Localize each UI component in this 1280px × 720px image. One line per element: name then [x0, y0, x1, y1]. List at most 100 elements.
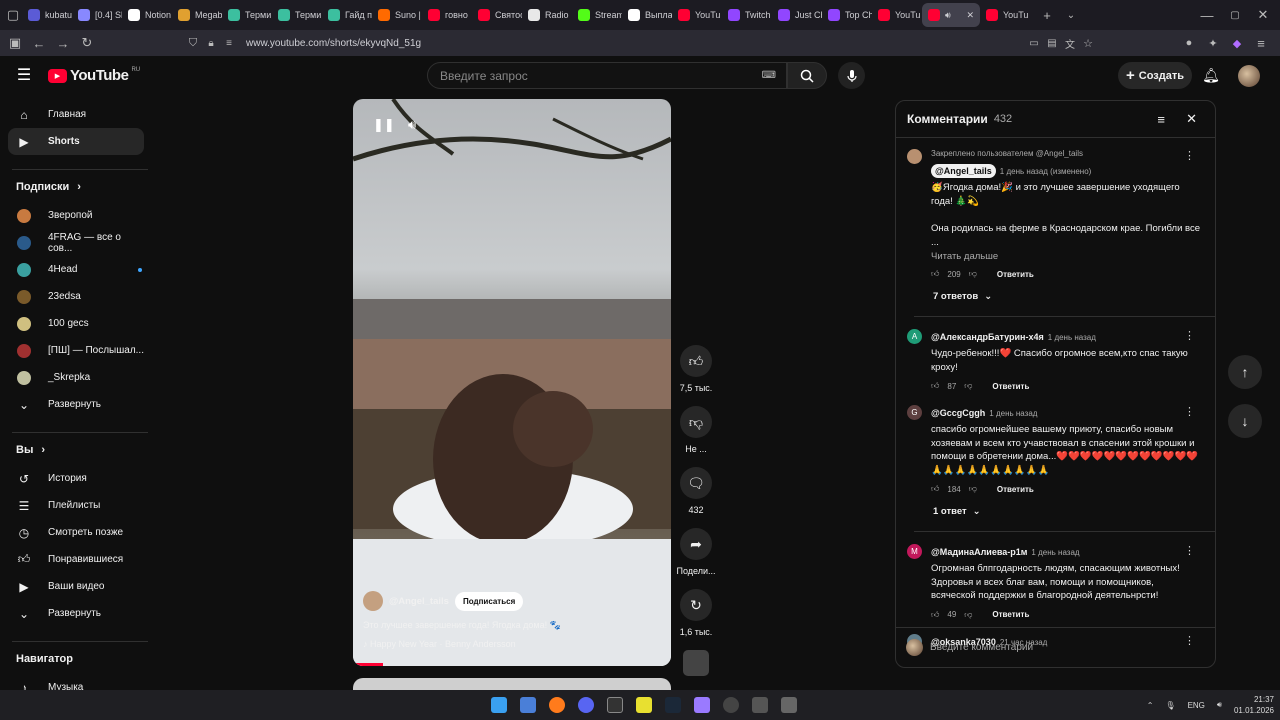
comment-dislike-icon[interactable]: 👎︎: [964, 381, 972, 391]
comment-like-icon[interactable]: 👍︎: [931, 269, 939, 279]
expand-you-button[interactable]: ⌄ Развернуть: [8, 600, 144, 627]
sidebar-item[interactable]: 4FRAG — все о сов...: [8, 229, 144, 256]
comment-input[interactable]: Введите комментарий: [896, 627, 1215, 667]
comment-dislike-icon[interactable]: 👎︎: [969, 269, 977, 279]
comment-more-icon[interactable]: ⋮: [1184, 544, 1195, 557]
browser-tab[interactable]: YouTu: [980, 0, 1030, 30]
subscriptions-heading[interactable]: Подписки ›: [0, 172, 160, 202]
sidebar-item[interactable]: ◷ Смотреть позже: [8, 519, 144, 546]
keyboard-icon[interactable]: ⌨: [762, 70, 776, 81]
settings-icon[interactable]: [751, 697, 768, 713]
browser-tab[interactable]: YouTu: [872, 0, 922, 30]
share-button[interactable]: ➦: [680, 528, 712, 560]
sidebar-item[interactable]: ☰ Плейлисты: [8, 492, 144, 519]
comment-more-icon[interactable]: ⋮: [1184, 405, 1195, 418]
comment-avatar[interactable]: М: [907, 544, 922, 559]
browser-tab[interactable]: Терми: [272, 0, 322, 30]
volume-icon[interactable]: 🔊︎: [408, 117, 416, 133]
you-heading[interactable]: Вы ›: [0, 435, 160, 465]
close-comments-icon[interactable]: ✕: [1186, 111, 1197, 127]
windows-start-icon[interactable]: [490, 697, 507, 713]
shield-icon[interactable]: ⛉: [184, 34, 202, 52]
back-icon[interactable]: ←: [30, 34, 48, 52]
browser-tab[interactable]: Radio: [522, 0, 572, 30]
channel-avatar[interactable]: [363, 591, 383, 611]
comment-author[interactable]: @GccgCggh: [931, 408, 985, 418]
volume-tray-icon[interactable]: 🔊︎: [1217, 700, 1222, 710]
close-tab-icon[interactable]: ✕: [966, 10, 974, 21]
comment-dislike-icon[interactable]: 👎︎: [964, 610, 972, 620]
notifications-bell-icon[interactable]: 🔔︎: [1202, 66, 1220, 84]
browser-tab[interactable]: говно: [422, 0, 472, 30]
browser-tab[interactable]: Twitch: [722, 0, 772, 30]
app-icon[interactable]: [693, 697, 710, 713]
sidebar-item[interactable]: ⌂ Главная: [8, 101, 144, 128]
comment-author[interactable]: @МадинаАлиева-р1м: [931, 547, 1027, 557]
sidebar-toggle-icon[interactable]: ▣: [6, 34, 24, 52]
close-window-icon[interactable]: ✕: [1254, 6, 1272, 24]
sidebar-item[interactable]: ↺ История: [8, 465, 144, 492]
comment-avatar[interactable]: А: [907, 329, 922, 344]
obs-icon[interactable]: [722, 697, 739, 713]
browser-tab[interactable]: Suno |: [372, 0, 422, 30]
comment-dislike-icon[interactable]: 👎︎: [969, 484, 977, 494]
tab-audio-icon[interactable]: 🔊︎: [945, 10, 951, 21]
new-tab-icon[interactable]: +: [1038, 6, 1056, 24]
comment-avatar[interactable]: G: [907, 405, 922, 420]
vpn-icon[interactable]: ●: [1180, 34, 1198, 52]
pip-icon[interactable]: ▭: [1025, 34, 1043, 52]
comment-author[interactable]: @Angel_tails: [931, 164, 996, 178]
reload-icon[interactable]: ↻: [78, 34, 96, 52]
browser-tab[interactable]: kubatu: [22, 0, 72, 30]
create-button[interactable]: + Создать: [1118, 62, 1192, 89]
comment-like-icon[interactable]: 👍︎: [931, 484, 939, 494]
read-more-link[interactable]: Читать дальше: [931, 251, 1201, 262]
comment-more-icon[interactable]: ⋮: [1184, 329, 1195, 342]
remix-button[interactable]: ↻: [680, 589, 712, 621]
comment-author[interactable]: @АлександрБатурин-х4я: [931, 332, 1044, 342]
browser-tab[interactable]: Megab: [172, 0, 222, 30]
browser-tab[interactable]: Top Ch: [822, 0, 872, 30]
translate-icon[interactable]: 文: [1061, 34, 1079, 52]
comments-button[interactable]: 🗨︎: [680, 467, 712, 499]
comment-more-icon[interactable]: ⋮: [1184, 149, 1195, 162]
browser-tab[interactable]: Терми: [222, 0, 272, 30]
channel-name[interactable]: @Angel_tails: [389, 596, 449, 607]
sound-thumbnail[interactable]: [683, 650, 709, 676]
save-icon[interactable]: ▤: [1043, 34, 1061, 52]
sidebar-item[interactable]: 23edsa: [8, 283, 144, 310]
discord-icon[interactable]: [577, 697, 594, 713]
tab-list-icon[interactable]: ⌄: [1062, 6, 1080, 24]
reply-button[interactable]: Ответить: [997, 485, 1034, 494]
browser-tab[interactable]: Выпла: [622, 0, 672, 30]
shorts-video-player[interactable]: ❚❚ 🔊︎: [353, 99, 671, 666]
minimize-icon[interactable]: —: [1198, 6, 1216, 24]
permissions-icon[interactable]: ≡: [220, 34, 238, 52]
view-replies-button[interactable]: 7 ответов ⌄: [933, 291, 1215, 302]
bookmark-star-icon[interactable]: ☆: [1079, 34, 1097, 52]
voice-search-button[interactable]: [838, 62, 865, 89]
dislike-button[interactable]: 👎︎: [680, 406, 712, 438]
subscribe-button[interactable]: Подписаться: [454, 591, 524, 611]
forward-icon[interactable]: →: [54, 34, 72, 52]
search-button[interactable]: [787, 62, 827, 89]
extension-logo-icon[interactable]: ◆: [1228, 34, 1246, 52]
reply-button[interactable]: Ответить: [992, 610, 1029, 619]
tray-chevron-icon[interactable]: ⌃: [1147, 701, 1154, 710]
game-app-icon[interactable]: [780, 697, 797, 713]
sort-icon[interactable]: ≡: [1157, 112, 1165, 127]
extensions-icon[interactable]: ✦: [1204, 34, 1222, 52]
expand-subscriptions-button[interactable]: ⌄ Развернуть: [8, 391, 144, 418]
comment-avatar[interactable]: [907, 149, 922, 164]
sidebar-item[interactable]: Зверопой: [8, 202, 144, 229]
sidebar-item[interactable]: 👍︎ Понравившиеся: [8, 546, 144, 573]
sidebar-item[interactable]: ▶ Ваши видео: [8, 573, 144, 600]
browser-tab[interactable]: 🔊︎ ✕: [922, 3, 980, 27]
url-text[interactable]: www.youtube.com/shorts/ekyvqNd_51g: [246, 38, 421, 49]
view-replies-button[interactable]: 1 ответ ⌄: [933, 506, 1215, 517]
previous-short-button[interactable]: ↑: [1228, 355, 1262, 389]
file-explorer-icon[interactable]: [519, 697, 536, 713]
sidebar-item[interactable]: ▶ Shorts: [8, 128, 144, 155]
tab-overview-icon[interactable]: ▢: [4, 6, 22, 24]
video-progress-bar[interactable]: [353, 663, 383, 666]
